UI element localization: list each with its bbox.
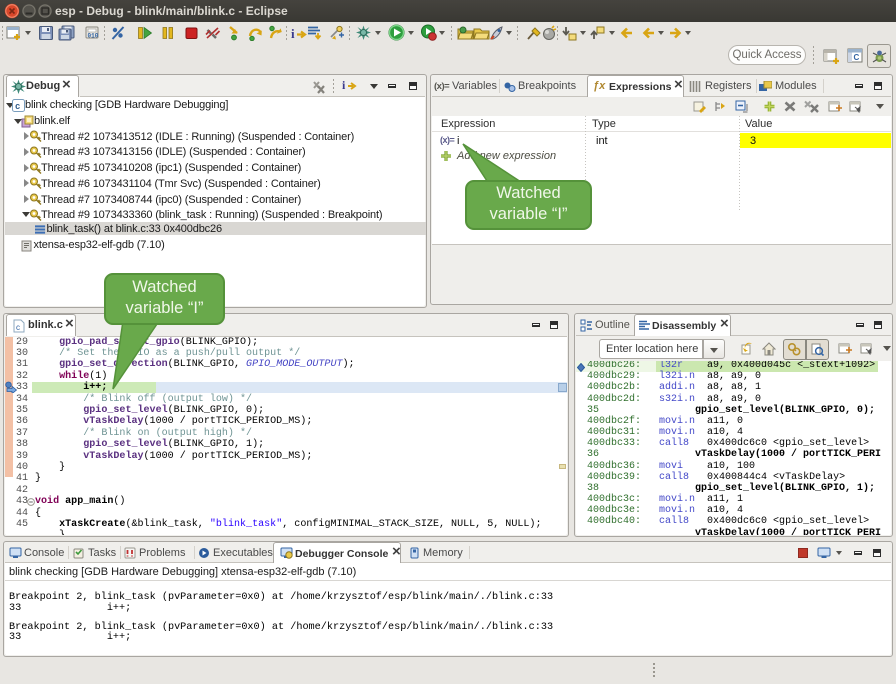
svg-text:C: C <box>854 53 860 62</box>
svg-text:c: c <box>15 102 20 112</box>
svg-text:010: 010 <box>88 33 99 40</box>
svg-text:c: c <box>16 323 20 332</box>
